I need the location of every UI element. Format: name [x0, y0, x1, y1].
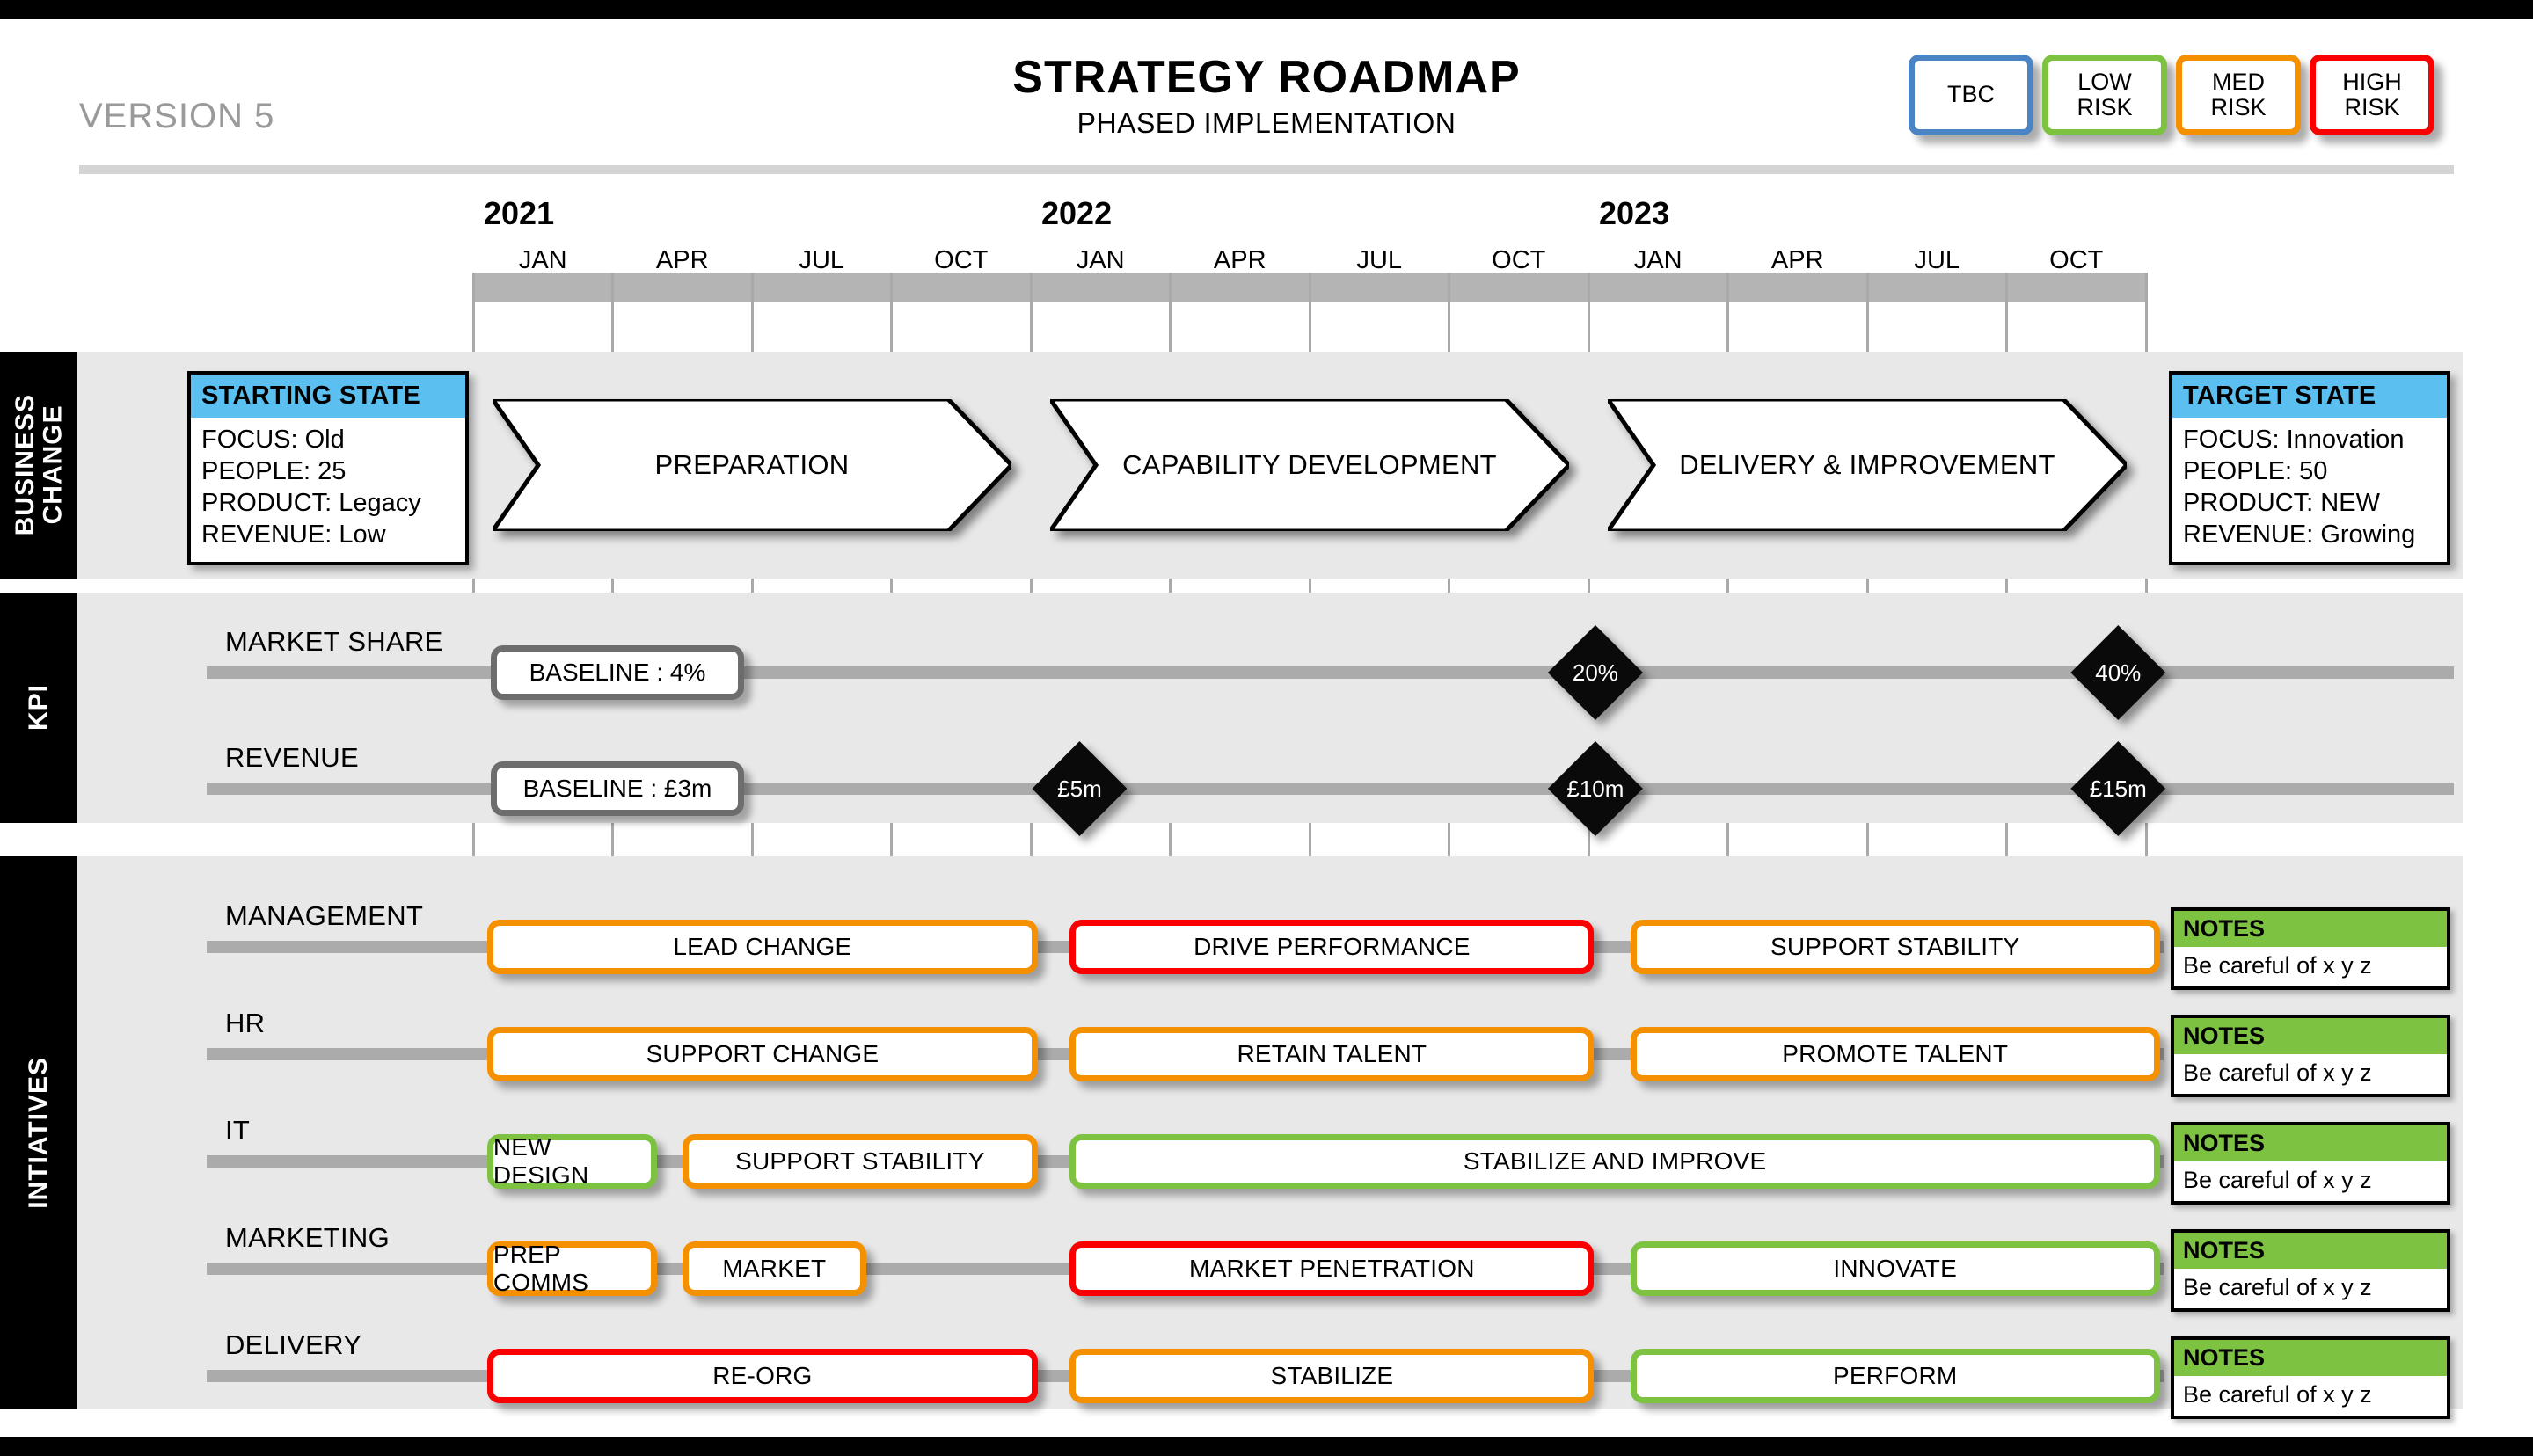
starting-state-box-line-2: PRODUCT: Legacy	[201, 488, 421, 517]
initiative-bar-marketing-0[interactable]: PREP COMMS	[486, 1241, 658, 1296]
kpi-milestone-market-share-0: 20%	[1547, 625, 1643, 720]
target-state-box-line-0: FOCUS: Innovation	[2183, 426, 2405, 454]
initiative-bar-delivery-2[interactable]: PERFORM	[1630, 1349, 2160, 1403]
initiative-row-label-it: IT	[225, 1115, 251, 1146]
phase-arrow-2: DELIVERY & IMPROVEMENT	[1608, 399, 2127, 531]
starting-state-box-line-1: PEOPLE: 25	[201, 456, 347, 485]
starting-state-box-title: STARTING STATE	[191, 375, 465, 418]
initiative-bar-management-2[interactable]: SUPPORT STABILITY	[1630, 920, 2160, 974]
initiative-bar-hr-0[interactable]: SUPPORT CHANGE	[486, 1027, 1038, 1081]
initiative-bar-it-0[interactable]: NEW DESIGN	[486, 1133, 658, 1189]
kpi-baseline-revenue: BASELINE : £3m	[491, 761, 744, 816]
initiative-bar-management-1[interactable]: DRIVE PERFORMANCE	[1069, 920, 1595, 974]
kpi-milestone-value: £10m	[1566, 775, 1624, 802]
initiative-bar-marketing-1[interactable]: MARKET	[682, 1241, 866, 1296]
starting-state-box-line-0: FOCUS: Old	[201, 426, 345, 454]
roadmap-content: STARTING STATE FOCUS: Old PEOPLE: 25 PRODUC…	[0, 19, 2533, 1437]
notes-box-management-text: Be careful of x y z	[2183, 952, 2372, 979]
initiative-bar-it-2[interactable]: STABILIZE AND IMPROVE	[1069, 1134, 2160, 1189]
notes-box-it-title: NOTES	[2174, 1125, 2447, 1161]
initiative-bar-delivery-1[interactable]: STABILIZE	[1069, 1349, 1595, 1403]
kpi-milestone-value: 40%	[2095, 659, 2142, 686]
kpi-milestone-revenue-0: £5m	[1032, 741, 1128, 836]
starting-state-box-line-3: REVENUE: Low	[201, 520, 386, 549]
target-state-box-line-2: PRODUCT: NEW	[2183, 488, 2380, 517]
roadmap-canvas: VERSION 5 STRATEGY ROADMAP PHASED IMPLEM…	[0, 19, 2533, 1437]
notes-box-hr: NOTES Be careful of x y z	[2171, 1015, 2450, 1097]
kpi-baseline-market-share: BASELINE : 4%	[491, 645, 744, 700]
initiative-row-label-management: MANAGEMENT	[225, 900, 424, 931]
target-state-box-line-1: PEOPLE: 50	[2183, 456, 2328, 485]
kpi-milestone-revenue-2: £15m	[2070, 741, 2166, 836]
initiative-bar-delivery-0[interactable]: RE-ORG	[486, 1349, 1038, 1403]
initiative-bar-hr-1[interactable]: RETAIN TALENT	[1069, 1027, 1595, 1081]
initiative-bar-marketing-2[interactable]: MARKET PENETRATION	[1069, 1241, 1595, 1296]
kpi-row-label-market-share: MARKET SHARE	[225, 626, 443, 657]
notes-box-marketing: NOTES Be careful of x y z	[2171, 1229, 2450, 1312]
starting-state-box: STARTING STATE FOCUS: Old PEOPLE: 25 PRODUC…	[187, 371, 469, 565]
notes-box-marketing-title: NOTES	[2174, 1233, 2447, 1269]
starting-state-box-body: FOCUS: Old PEOPLE: 25 PRODUCT: Legacy REVEN…	[191, 418, 465, 562]
kpi-row-label-revenue: REVENUE	[225, 742, 359, 773]
initiative-row-label-delivery: DELIVERY	[225, 1329, 362, 1360]
initiative-row-label-marketing: MARKETING	[225, 1222, 390, 1253]
notes-box-it-text: Be careful of x y z	[2183, 1167, 2372, 1193]
notes-box-it: NOTES Be careful of x y z	[2171, 1122, 2450, 1205]
kpi-milestone-value: 20%	[1572, 659, 1618, 686]
target-state-box-line-3: REVENUE: Growing	[2183, 520, 2416, 549]
initiative-bar-it-1[interactable]: SUPPORT STABILITY	[682, 1134, 1038, 1189]
phase-arrow-0-label: PREPARATION	[654, 449, 850, 480]
target-state-box-title: TARGET STATE	[2172, 375, 2447, 418]
target-state-box-body: FOCUS: Innovation PEOPLE: 50 PRODUCT: NEW R…	[2172, 418, 2447, 562]
phase-arrow-1: CAPABILITY DEVELOPMENT	[1050, 399, 1569, 531]
kpi-milestone-value: £5m	[1057, 775, 1102, 802]
kpi-milestone-revenue-1: £10m	[1547, 741, 1643, 836]
initiative-row-label-hr: HR	[225, 1008, 266, 1038]
phase-arrow-0: PREPARATION	[493, 399, 1011, 531]
notes-box-management-title: NOTES	[2174, 911, 2447, 947]
initiative-bar-hr-2[interactable]: PROMOTE TALENT	[1630, 1027, 2160, 1081]
notes-box-management: NOTES Be careful of x y z	[2171, 907, 2450, 990]
notes-box-hr-text: Be careful of x y z	[2183, 1059, 2372, 1086]
kpi-milestone-market-share-1: 40%	[2070, 625, 2166, 720]
roadmap-page: VERSION 5 STRATEGY ROADMAP PHASED IMPLEM…	[0, 0, 2533, 1456]
notes-box-marketing-text: Be careful of x y z	[2183, 1274, 2372, 1300]
notes-box-delivery: NOTES Be careful of x y z	[2171, 1336, 2450, 1419]
target-state-box: TARGET STATE FOCUS: Innovation PEOPLE: 50 P…	[2169, 371, 2450, 565]
phase-arrow-2-label: DELIVERY & IMPROVEMENT	[1679, 449, 2055, 480]
initiative-bar-management-0[interactable]: LEAD CHANGE	[486, 920, 1038, 974]
notes-box-delivery-text: Be careful of x y z	[2183, 1381, 2372, 1408]
phase-arrow-1-label: CAPABILITY DEVELOPMENT	[1122, 449, 1497, 480]
notes-box-delivery-title: NOTES	[2174, 1340, 2447, 1376]
kpi-milestone-value: £15m	[2089, 775, 2147, 802]
initiative-bar-marketing-3[interactable]: INNOVATE	[1630, 1241, 2160, 1296]
notes-box-hr-title: NOTES	[2174, 1018, 2447, 1054]
